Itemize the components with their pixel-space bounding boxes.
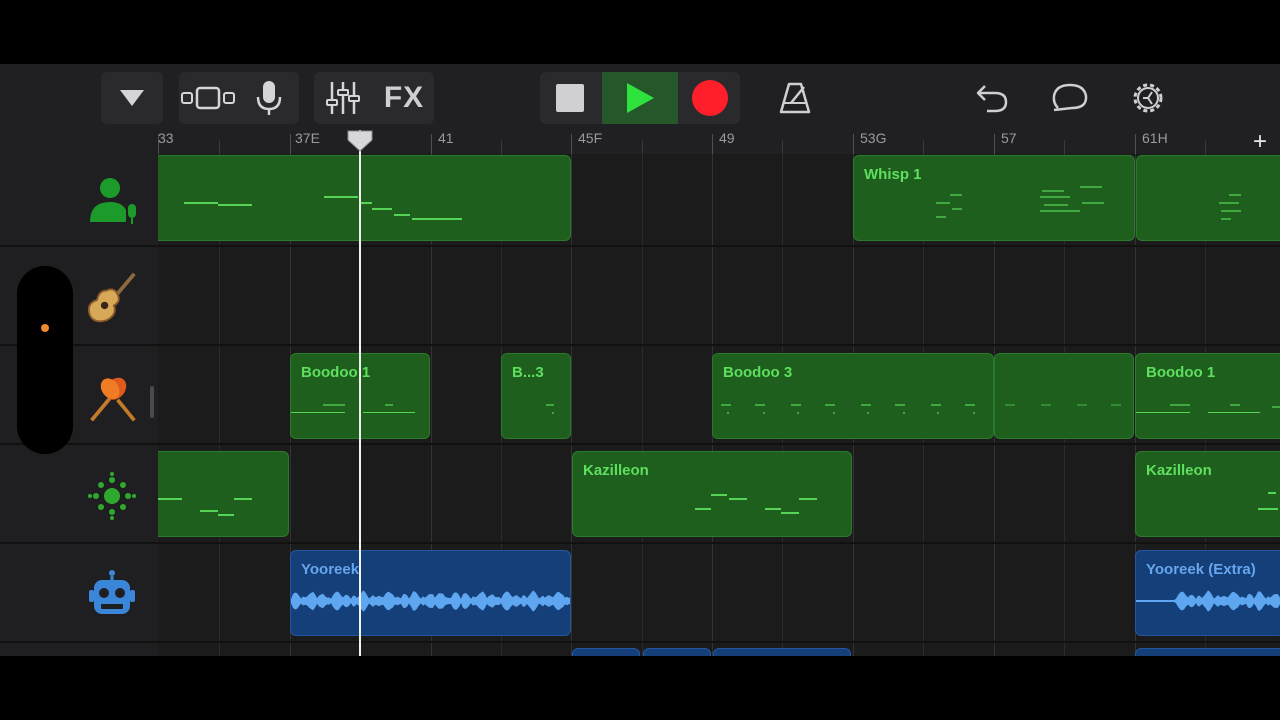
record-button[interactable] bbox=[680, 72, 740, 124]
region[interactable] bbox=[994, 353, 1134, 439]
region-yooreek-extra[interactable]: Yooreek (Extra) bbox=[1135, 550, 1280, 636]
region-kazilleon[interactable]: Kazilleon bbox=[572, 451, 852, 537]
audio-waveform bbox=[291, 590, 570, 612]
mixer-icon bbox=[326, 82, 360, 114]
microphone-icon bbox=[256, 81, 282, 115]
fx-button[interactable]: FX bbox=[376, 72, 432, 124]
play-icon bbox=[627, 83, 654, 113]
bar-label: 37E bbox=[295, 130, 320, 146]
bar-label: 49 bbox=[719, 130, 735, 146]
region-kazilleon[interactable]: Kazilleon bbox=[1135, 451, 1280, 537]
bar-label: 41 bbox=[438, 130, 454, 146]
view-toggle-button[interactable] bbox=[179, 72, 237, 124]
stop-button[interactable] bbox=[540, 72, 600, 124]
track-volume-slider[interactable] bbox=[17, 266, 73, 454]
region-label: B...3 bbox=[512, 364, 544, 381]
tracks-dropdown-icon bbox=[120, 90, 144, 106]
timeline-ruler[interactable]: 33 37E 41 45F 49 53G 57 61H bbox=[158, 130, 1280, 154]
region-label: Whisp 1 bbox=[864, 166, 922, 183]
volume-indicator bbox=[41, 324, 49, 332]
region-yooreek[interactable]: Yooreek bbox=[290, 550, 571, 636]
region[interactable] bbox=[713, 648, 851, 656]
acoustic-guitar-icon bbox=[87, 272, 136, 323]
tracks-dropdown-button[interactable] bbox=[101, 72, 163, 124]
bar-label: 61H bbox=[1142, 130, 1168, 146]
mixer-button[interactable] bbox=[314, 72, 372, 124]
track-header-guitar[interactable] bbox=[86, 272, 138, 324]
playhead-handle[interactable] bbox=[347, 130, 373, 152]
region[interactable] bbox=[1135, 648, 1280, 656]
track-header-drummer[interactable] bbox=[86, 470, 138, 522]
region[interactable] bbox=[158, 451, 289, 537]
header-resize-handle[interactable] bbox=[150, 386, 154, 418]
playhead[interactable] bbox=[359, 130, 361, 656]
metronome-button[interactable] bbox=[770, 72, 820, 124]
view-mic-group bbox=[179, 72, 299, 124]
undo-icon bbox=[976, 85, 1008, 113]
bar-label: 45F bbox=[578, 130, 603, 146]
region[interactable] bbox=[1136, 155, 1280, 241]
settings-button[interactable] bbox=[1124, 72, 1172, 124]
tracks-menu-group bbox=[101, 72, 163, 124]
bar-label: 57 bbox=[1001, 130, 1017, 146]
region-label: Boodoo 1 bbox=[1146, 364, 1216, 381]
microphone-button[interactable] bbox=[241, 72, 297, 124]
metronome-icon bbox=[779, 82, 811, 114]
region[interactable] bbox=[158, 155, 571, 241]
region-label: Boodoo 3 bbox=[723, 364, 793, 381]
region[interactable] bbox=[572, 648, 640, 656]
region-whisp-1[interactable]: Whisp 1 bbox=[853, 155, 1135, 241]
track-header-robot[interactable] bbox=[86, 568, 138, 620]
record-icon bbox=[692, 80, 728, 116]
bar-label: 33 bbox=[158, 130, 174, 146]
region-boodoo-3[interactable]: B...3 bbox=[501, 353, 571, 439]
track-header-voice[interactable] bbox=[86, 174, 138, 226]
toolbar: FX bbox=[0, 64, 1280, 132]
voice-track-icon bbox=[90, 178, 136, 224]
transport-group bbox=[540, 72, 740, 124]
drum-machine-icon bbox=[88, 472, 136, 520]
garageband-window: FX 33 37E 41 45F 49 53G 57 61H + Whisp 1… bbox=[0, 64, 1280, 656]
mixer-fx-group: FX bbox=[314, 72, 434, 124]
track-header-percussion[interactable] bbox=[86, 372, 138, 424]
audio-waveform bbox=[1136, 590, 1280, 612]
region-label: Kazilleon bbox=[1146, 462, 1212, 479]
view-toggle-icon bbox=[181, 86, 235, 110]
region-label: Yooreek bbox=[301, 561, 360, 578]
region-label: Yooreek (Extra) bbox=[1146, 561, 1256, 578]
loop-icon bbox=[1052, 83, 1088, 112]
region-label: Kazilleon bbox=[583, 462, 649, 479]
bar-label: 53G bbox=[860, 130, 887, 146]
tracks-area[interactable]: Whisp 1 Boodoo 1 B...3 Boodoo 3 Boodoo 1… bbox=[158, 154, 1280, 656]
maracas-icon bbox=[90, 377, 136, 422]
undo-button[interactable] bbox=[968, 72, 1016, 124]
add-section-button[interactable]: + bbox=[1240, 130, 1280, 154]
region-boodoo-3[interactable]: Boodoo 3 bbox=[712, 353, 994, 439]
region[interactable] bbox=[643, 648, 711, 656]
play-button[interactable] bbox=[602, 72, 678, 124]
robot-icon bbox=[89, 570, 135, 614]
settings-icon bbox=[1133, 83, 1163, 113]
stop-icon bbox=[556, 84, 584, 112]
loop-browser-button[interactable] bbox=[1046, 72, 1094, 124]
region-boodoo-1[interactable]: Boodoo 1 bbox=[1135, 353, 1280, 439]
